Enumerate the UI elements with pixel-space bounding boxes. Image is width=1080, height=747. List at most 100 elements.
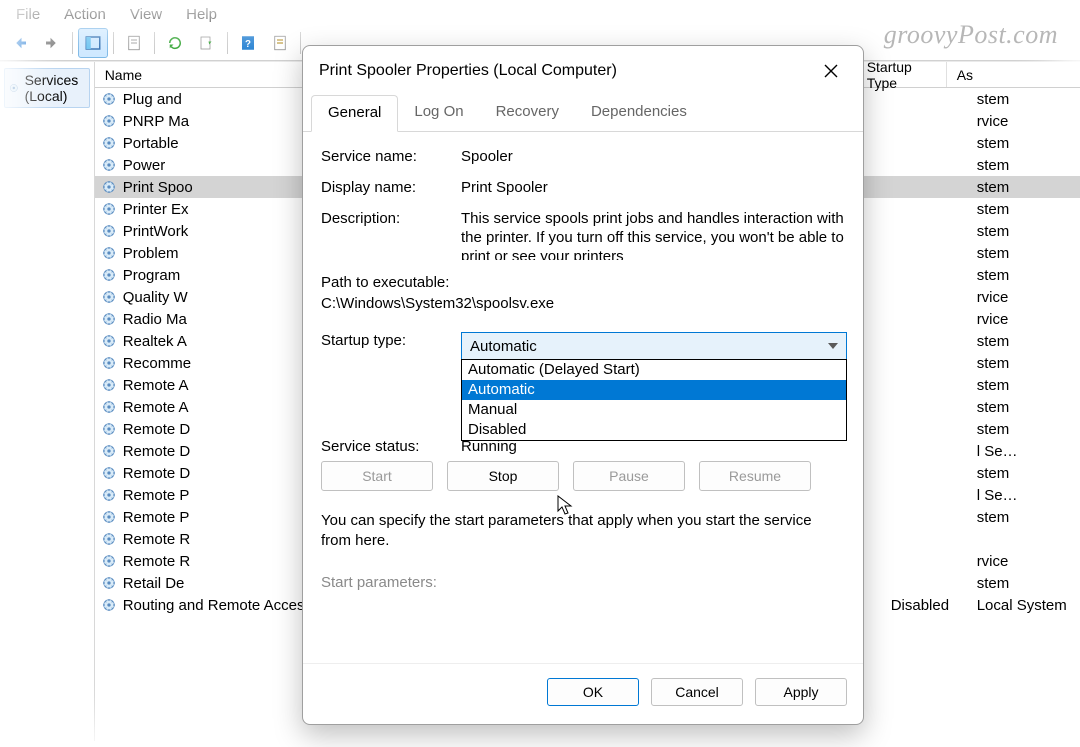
service-logon: rvice: [977, 553, 1080, 570]
dialog-titlebar[interactable]: Print Spooler Properties (Local Computer…: [303, 46, 863, 94]
service-logon: stem: [977, 179, 1080, 196]
gear-icon: [101, 333, 117, 349]
tab-recovery[interactable]: Recovery: [480, 95, 575, 132]
gear-icon: [101, 421, 117, 437]
col-logon[interactable]: As: [947, 62, 1080, 87]
chevron-down-icon: [828, 343, 838, 349]
gear-icon: [101, 91, 117, 107]
combo-option[interactable]: Automatic: [462, 380, 846, 400]
service-logon: stem: [977, 509, 1080, 526]
gear-icon: [101, 201, 117, 217]
dialog-title: Print Spooler Properties (Local Computer…: [319, 62, 617, 80]
combo-selected-value: Automatic: [470, 338, 537, 355]
service-logon: Local System: [977, 597, 1080, 614]
tab-logon[interactable]: Log On: [398, 95, 479, 132]
service-logon: stem: [977, 333, 1080, 350]
export-icon: [198, 34, 216, 52]
service-logon: stem: [977, 157, 1080, 174]
services-icon: [9, 80, 19, 96]
gear-icon: [101, 311, 117, 327]
sheet-icon: [125, 34, 143, 52]
menu-view[interactable]: View: [120, 4, 172, 25]
gear-icon: [101, 179, 117, 195]
tree-pane: Services (Local): [0, 62, 95, 741]
service-logon: stem: [977, 377, 1080, 394]
apply-button[interactable]: Apply: [755, 678, 847, 706]
show-hide-tree-button[interactable]: [78, 28, 108, 58]
cancel-button[interactable]: Cancel: [651, 678, 743, 706]
export-button[interactable]: [192, 28, 222, 58]
gear-icon: [101, 531, 117, 547]
combo-option[interactable]: Manual: [462, 400, 846, 420]
service-logon: stem: [977, 223, 1080, 240]
startup-type-combo[interactable]: Automatic Automatic (Delayed Start)Autom…: [461, 332, 847, 360]
arrow-left-icon: [11, 34, 29, 52]
properties-dialog: Print Spooler Properties (Local Computer…: [302, 45, 864, 725]
combo-option[interactable]: Automatic (Delayed Start): [462, 360, 846, 380]
gear-icon: [101, 487, 117, 503]
label-service-status: Service status:: [321, 438, 461, 455]
help-button[interactable]: ?: [233, 28, 263, 58]
close-icon: [824, 64, 838, 78]
help-icon: ?: [239, 34, 257, 52]
service-logon: rvice: [977, 289, 1080, 306]
service-logon: rvice: [977, 311, 1080, 328]
dialog-footer: OK Cancel Apply: [303, 663, 863, 724]
col-startup[interactable]: Startup Type: [857, 62, 947, 87]
service-logon: stem: [977, 91, 1080, 108]
refresh-button[interactable]: [160, 28, 190, 58]
value-service-name: Spooler: [461, 148, 845, 165]
menu-file[interactable]: File: [6, 4, 50, 25]
tree-root-item[interactable]: Services (Local): [4, 68, 90, 108]
ok-button[interactable]: OK: [547, 678, 639, 706]
gear-icon: [101, 223, 117, 239]
service-logon: stem: [977, 201, 1080, 218]
gear-icon: [101, 245, 117, 261]
label-service-name: Service name:: [321, 148, 461, 165]
gear-icon: [101, 289, 117, 305]
tree-root-label: Services (Local): [25, 72, 85, 104]
dialog-tabs: General Log On Recovery Dependencies: [303, 94, 863, 132]
label-startup-type: Startup type:: [321, 332, 461, 360]
gear-icon: [101, 377, 117, 393]
start-button[interactable]: Start: [321, 461, 433, 491]
resume-button[interactable]: Resume: [699, 461, 811, 491]
stop-button[interactable]: Stop: [447, 461, 559, 491]
properties-button[interactable]: [119, 28, 149, 58]
arrow-right-icon: [43, 34, 61, 52]
service-logon: l Se…: [977, 443, 1080, 460]
pane-icon: [84, 34, 102, 52]
tab-general[interactable]: General: [311, 95, 398, 132]
value-path: C:\Windows\System32\spoolsv.exe: [321, 295, 845, 312]
menu-help[interactable]: Help: [176, 4, 227, 25]
service-logon: stem: [977, 267, 1080, 284]
service-logon: stem: [977, 421, 1080, 438]
tab-dependencies[interactable]: Dependencies: [575, 95, 703, 132]
refresh-icon: [166, 34, 184, 52]
service-logon: stem: [977, 575, 1080, 592]
sheet2-icon: [271, 34, 289, 52]
service-logon: stem: [977, 135, 1080, 152]
gear-icon: [101, 267, 117, 283]
service-logon: rvice: [977, 113, 1080, 130]
gear-icon: [101, 597, 117, 613]
combo-button[interactable]: Automatic: [461, 332, 847, 360]
help-text: You can specify the start parameters tha…: [321, 511, 845, 550]
service-logon: stem: [977, 399, 1080, 416]
service-logon: l Se…: [977, 487, 1080, 504]
gear-icon: [101, 443, 117, 459]
gear-icon: [101, 553, 117, 569]
toolbar-extra-button[interactable]: [265, 28, 295, 58]
forward-button[interactable]: [37, 28, 67, 58]
back-button[interactable]: [5, 28, 35, 58]
combo-dropdown-list[interactable]: Automatic (Delayed Start)AutomaticManual…: [461, 359, 847, 441]
gear-icon: [101, 113, 117, 129]
gear-icon: [101, 399, 117, 415]
label-start-parameters: Start parameters:: [321, 574, 437, 591]
combo-option[interactable]: Disabled: [462, 420, 846, 440]
dialog-body: Service name: Spooler Display name: Prin…: [303, 132, 863, 663]
menu-action[interactable]: Action: [54, 4, 116, 25]
close-button[interactable]: [813, 56, 849, 86]
service-logon: stem: [977, 245, 1080, 262]
pause-button[interactable]: Pause: [573, 461, 685, 491]
